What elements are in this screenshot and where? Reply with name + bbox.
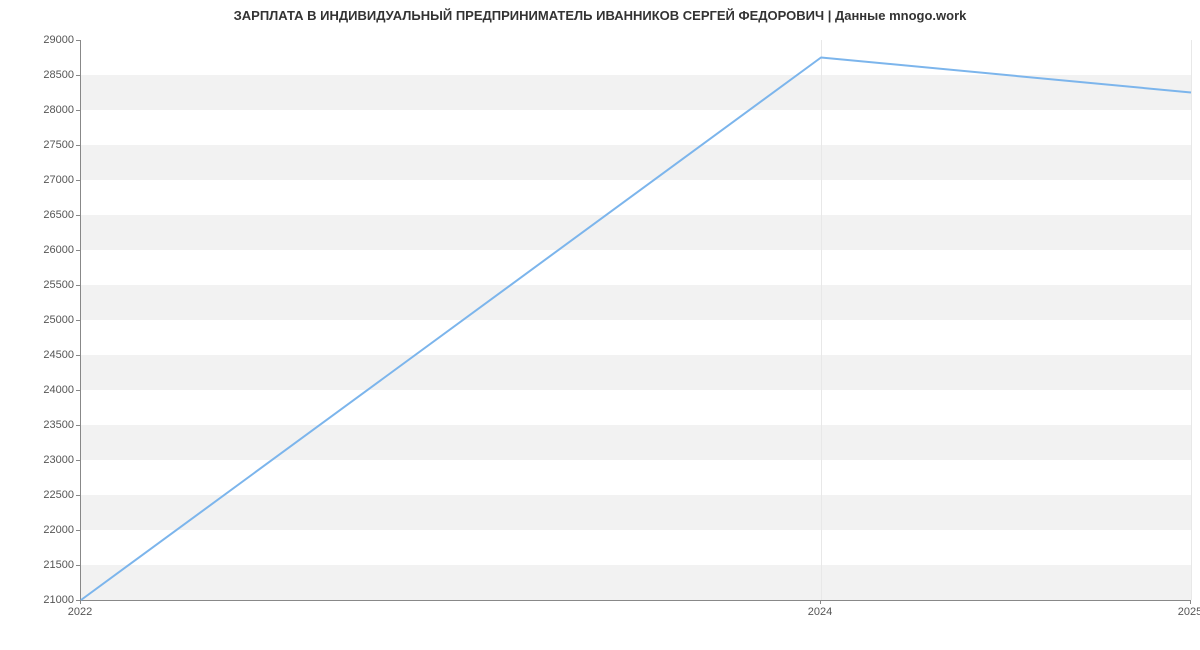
y-tick-label: 21500 xyxy=(26,559,74,571)
y-tick-label: 28000 xyxy=(26,104,74,116)
y-tick-label: 24000 xyxy=(26,384,74,396)
y-tick-label: 23000 xyxy=(26,454,74,466)
y-tick-label: 25500 xyxy=(26,279,74,291)
plot-area xyxy=(80,40,1191,601)
x-tick-label: 2025 xyxy=(1178,606,1200,618)
y-tick-label: 22500 xyxy=(26,489,74,501)
y-tick-label: 25000 xyxy=(26,314,74,326)
x-tick-label: 2024 xyxy=(808,606,832,618)
series-line xyxy=(81,58,1191,601)
y-tick-label: 29000 xyxy=(26,34,74,46)
y-tick-label: 26000 xyxy=(26,244,74,256)
chart-title: ЗАРПЛАТА В ИНДИВИДУАЛЬНЫЙ ПРЕДПРИНИМАТЕЛ… xyxy=(0,8,1200,23)
line-series-layer xyxy=(81,40,1191,600)
y-tick-label: 21000 xyxy=(26,594,74,606)
y-tick-label: 23500 xyxy=(26,419,74,431)
x-grid-line xyxy=(1191,40,1192,600)
y-tick-label: 27000 xyxy=(26,174,74,186)
y-tick-label: 26500 xyxy=(26,209,74,221)
y-tick-label: 22000 xyxy=(26,524,74,536)
y-tick-label: 27500 xyxy=(26,139,74,151)
y-tick-label: 24500 xyxy=(26,349,74,361)
y-tick-label: 28500 xyxy=(26,69,74,81)
x-tick-label: 2022 xyxy=(68,606,92,618)
chart-container: ЗАРПЛАТА В ИНДИВИДУАЛЬНЫЙ ПРЕДПРИНИМАТЕЛ… xyxy=(0,0,1200,650)
